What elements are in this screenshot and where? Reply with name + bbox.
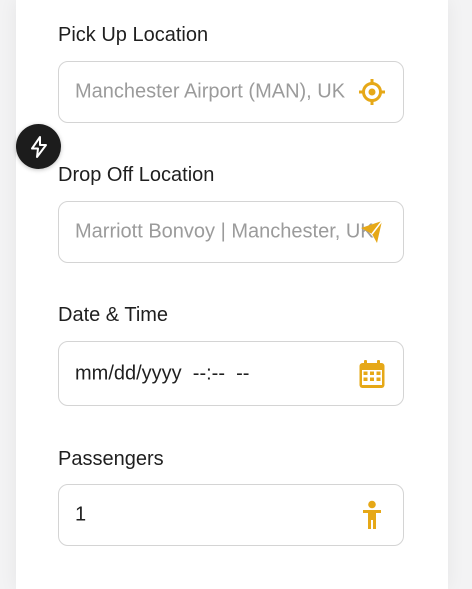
datetime-input[interactable]: mm/dd/yyyy --:-- -- xyxy=(58,341,404,406)
dropoff-location-input[interactable]: Marriott Bonvoy | Manchester, UK xyxy=(58,201,404,263)
pickup-placeholder: Manchester Airport (MAN), UK xyxy=(75,80,346,103)
plane-icon[interactable] xyxy=(357,217,387,247)
calendar-icon[interactable] xyxy=(357,358,387,389)
quick-action-button[interactable] xyxy=(16,124,61,169)
passengers-input[interactable]: 1 xyxy=(58,484,404,546)
dropoff-label: Drop Off Location xyxy=(58,164,215,186)
pickup-label: Pick Up Location xyxy=(58,24,209,46)
crosshair-icon[interactable] xyxy=(357,77,387,107)
datetime-label: Date & Time xyxy=(58,304,169,326)
datetime-value: mm/dd/yyyy --:-- -- xyxy=(75,362,250,384)
passengers-value: 1 xyxy=(75,503,87,526)
dropoff-placeholder: Marriott Bonvoy | Manchester, UK xyxy=(75,220,374,243)
person-icon xyxy=(357,500,387,530)
pickup-location-input[interactable]: Manchester Airport (MAN), UK xyxy=(58,61,404,123)
lightning-icon xyxy=(27,135,51,159)
passengers-label: Passengers xyxy=(58,448,164,470)
